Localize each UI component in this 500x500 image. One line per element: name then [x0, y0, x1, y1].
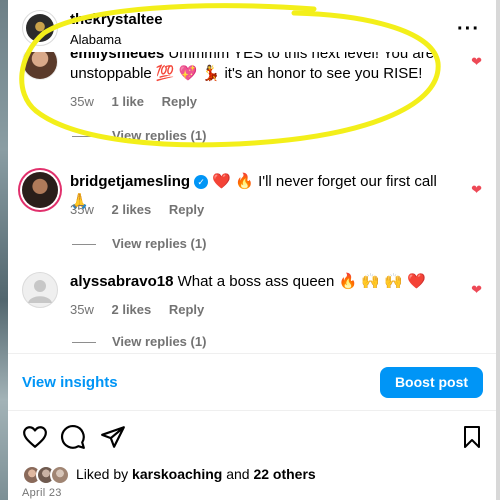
- comment-time: 35w: [70, 94, 94, 109]
- comment-meta: 35w 2 likes Reply: [70, 302, 218, 317]
- view-replies-button[interactable]: View replies (1): [72, 236, 206, 251]
- bookmark-icon[interactable]: [460, 424, 484, 450]
- liker-avatars: [22, 465, 74, 485]
- background-edge-right: [496, 0, 500, 500]
- default-avatar-icon: [28, 280, 52, 303]
- comment-username[interactable]: emilysmedes: [70, 52, 164, 62]
- comment-time: 35w: [70, 202, 94, 217]
- reply-button[interactable]: Reply: [169, 302, 204, 317]
- post-location[interactable]: Alabama: [70, 32, 121, 47]
- likes-summary[interactable]: Liked by karskoaching and 22 others: [22, 463, 492, 485]
- verified-badge-icon: ✓: [194, 175, 209, 189]
- comment-username[interactable]: alyssabravo18: [70, 273, 173, 290]
- comment-text: alyssabravo18 What a boss ass queen 🔥 🙌 …: [70, 272, 450, 292]
- post-date: April 23: [22, 487, 62, 499]
- comment-meta: 35w 1 like Reply: [70, 94, 211, 109]
- liked-by-and: and: [226, 466, 250, 482]
- send-icon[interactable]: [100, 424, 126, 450]
- comment-avatar[interactable]: [22, 52, 58, 80]
- divider: [8, 353, 496, 354]
- post-actions: [22, 424, 484, 452]
- heart-outline-icon[interactable]: [22, 424, 48, 450]
- comment-icon[interactable]: [60, 424, 86, 450]
- liked-by-others[interactable]: 22 others: [253, 466, 315, 482]
- comment-body: What a boss ass queen 🔥 🙌 🙌 ❤️: [177, 273, 426, 290]
- reply-button[interactable]: Reply: [162, 94, 197, 109]
- comment-likes[interactable]: 2 likes: [111, 302, 151, 317]
- comment-time: 35w: [70, 302, 94, 317]
- comments-list[interactable]: emilysmedes Ummmm YES to this next level…: [0, 52, 496, 352]
- comment-text: emilysmedes Ummmm YES to this next level…: [70, 52, 450, 84]
- post-header: thekrystaltee Alabama ···: [22, 10, 492, 52]
- reply-button[interactable]: Reply: [169, 202, 204, 217]
- more-horizontal-icon[interactable]: ···: [457, 18, 480, 41]
- comment-meta: 35w 2 likes Reply: [70, 202, 218, 217]
- view-replies-button[interactable]: View replies (1): [72, 334, 206, 349]
- comment-username[interactable]: bridgetjamesling: [70, 173, 190, 190]
- comment-like-heart-icon[interactable]: ❤: [471, 54, 482, 70]
- comment-like-heart-icon[interactable]: ❤: [471, 182, 482, 198]
- view-replies-button[interactable]: View replies (1): [72, 128, 206, 143]
- view-insights-link[interactable]: View insights: [22, 374, 118, 391]
- boost-post-button[interactable]: Boost post: [380, 367, 483, 398]
- comment-avatar[interactable]: [22, 272, 58, 308]
- liked-by-user[interactable]: karskoaching: [132, 466, 222, 482]
- divider: [8, 410, 496, 411]
- comment-like-heart-icon[interactable]: ❤: [471, 282, 482, 298]
- comment-likes[interactable]: 1 like: [111, 94, 144, 109]
- comment-likes[interactable]: 2 likes: [111, 202, 151, 217]
- liked-by-text: Liked by karskoaching and 22 others: [76, 466, 316, 482]
- comment-avatar[interactable]: [22, 172, 58, 208]
- liked-by-prefix: Liked by: [76, 466, 129, 482]
- author-username[interactable]: thekrystaltee: [70, 11, 163, 28]
- author-avatar[interactable]: [22, 10, 58, 46]
